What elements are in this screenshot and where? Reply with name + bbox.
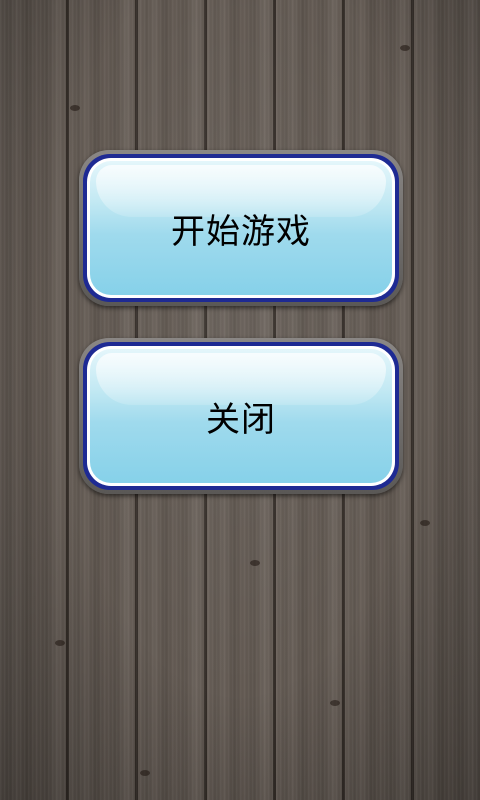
wood-knot <box>330 700 340 706</box>
start-game-button[interactable]: 开始游戏 <box>83 154 399 302</box>
close-button-face: 关闭 <box>90 349 392 483</box>
close-label: 关闭 <box>206 399 276 440</box>
close-button-frame: 关闭 <box>79 338 403 494</box>
wood-knot <box>420 520 430 526</box>
wood-knot <box>250 560 260 566</box>
wood-knot <box>55 640 65 646</box>
start-game-button-rim: 开始游戏 <box>87 158 395 298</box>
close-button-rim: 关闭 <box>87 346 395 486</box>
close-button[interactable]: 关闭 <box>83 342 399 490</box>
wood-knot <box>400 45 410 51</box>
wood-knot <box>70 105 80 111</box>
start-game-button-frame: 开始游戏 <box>79 150 403 306</box>
start-game-button-face: 开始游戏 <box>90 161 392 295</box>
start-game-label: 开始游戏 <box>171 211 311 252</box>
wood-knot <box>140 770 150 776</box>
